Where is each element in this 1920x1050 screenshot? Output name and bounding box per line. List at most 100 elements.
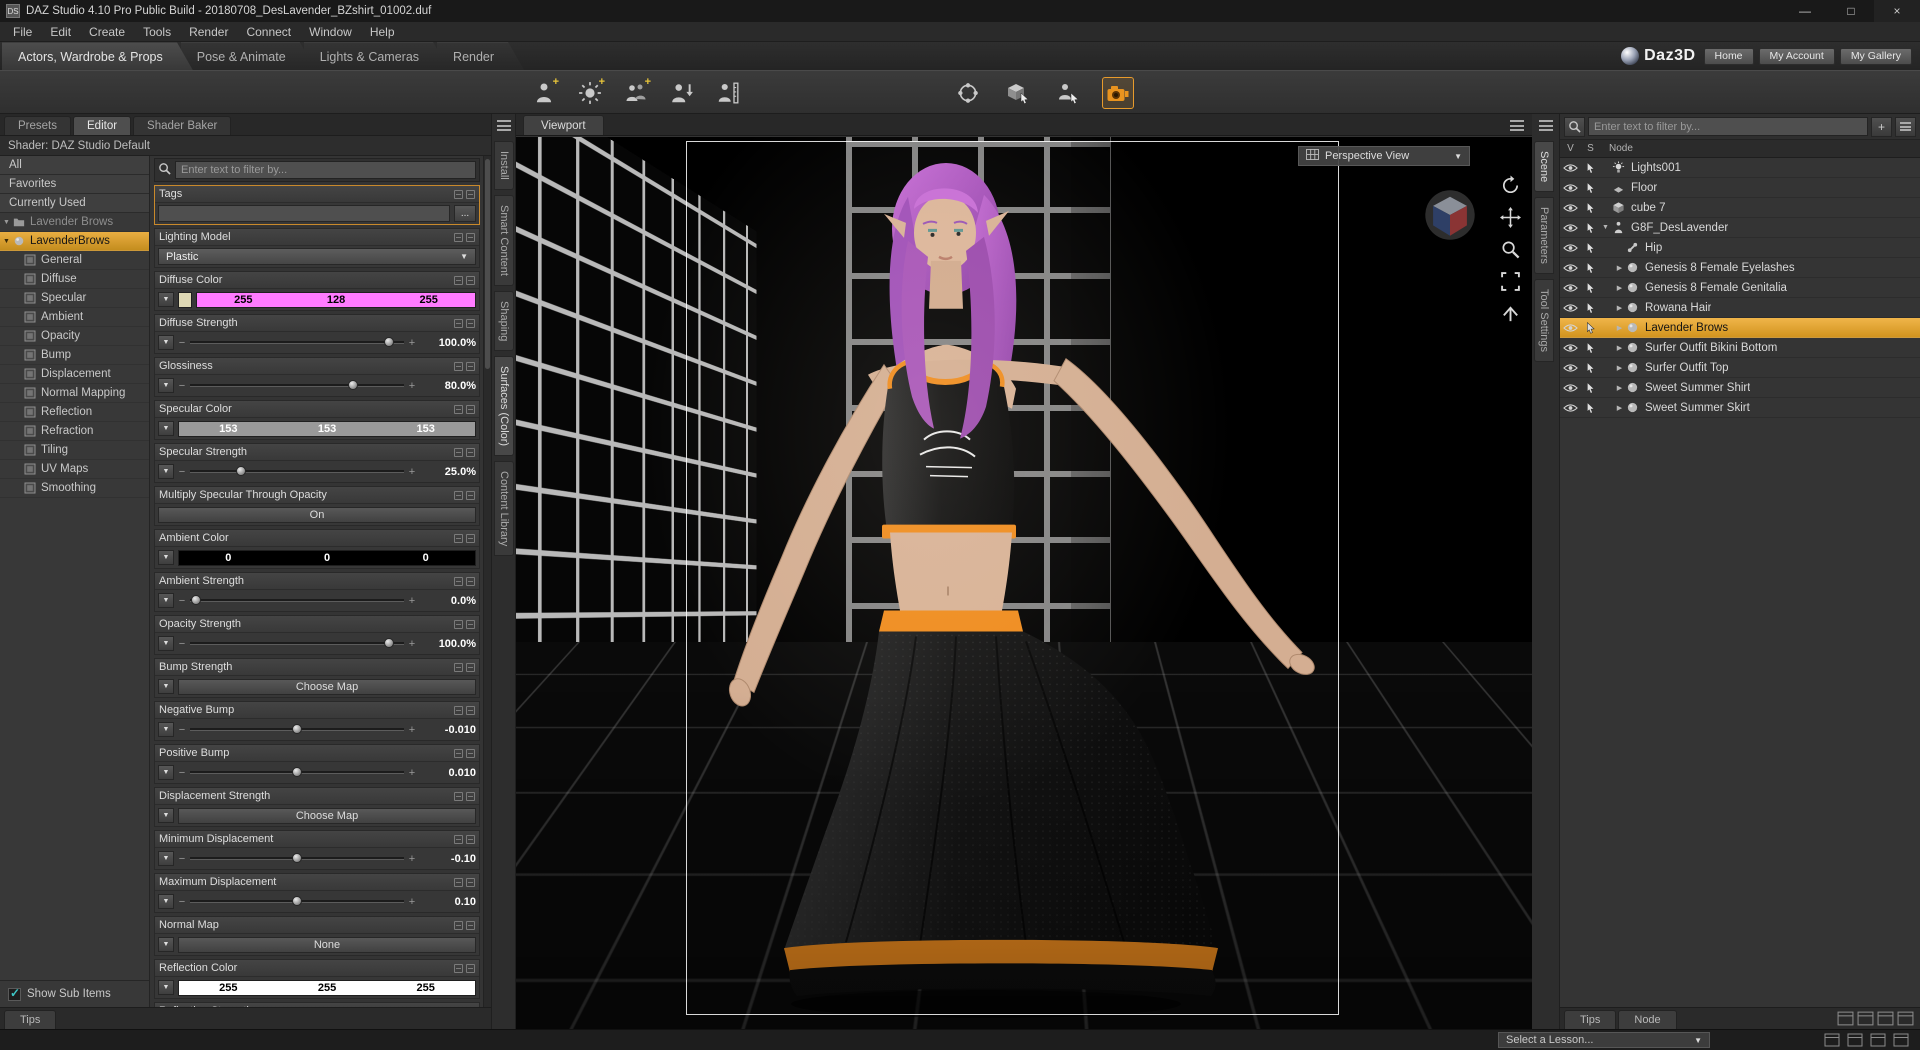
increment-button[interactable]: + (408, 595, 416, 607)
dock-tab-tool-settings[interactable]: Tool Settings (1534, 279, 1554, 363)
param-settings-icon[interactable] (454, 404, 463, 414)
param-options-icon[interactable] (466, 447, 475, 457)
dropdown-lighting-model[interactable]: Plastic ▼ (158, 248, 476, 265)
eye-icon[interactable] (1560, 223, 1581, 233)
reset-icon[interactable] (1500, 303, 1521, 324)
expand-arrow-icon[interactable]: ▶ (1613, 324, 1626, 332)
scene-node-surfer-outfit-bikini-bottom[interactable]: ▶ Surfer Outfit Bikini Bottom (1560, 338, 1920, 358)
filter-favorites[interactable]: Favorites (0, 175, 149, 194)
color-swatch-bar[interactable]: 153 153 153 (178, 420, 476, 437)
menu-render[interactable]: Render (180, 23, 237, 41)
scene-node-genesis-8-female-eyelashes[interactable]: ▶ Genesis 8 Female Eyelashes (1560, 258, 1920, 278)
add-actor-icon[interactable]: + (528, 77, 560, 109)
pane-page-icon[interactable] (1897, 1011, 1914, 1026)
color-options-button[interactable]: ▼ (158, 292, 174, 307)
param-options-icon[interactable] (466, 361, 475, 371)
expand-arrow-icon[interactable]: ▶ (1613, 384, 1626, 392)
color-options-button[interactable]: ▼ (158, 550, 174, 565)
orbit-icon[interactable] (1500, 175, 1521, 196)
increment-button[interactable]: + (408, 337, 416, 349)
tree-item-diffuse[interactable]: Diffuse (0, 270, 149, 289)
tree-item-bump[interactable]: Bump (0, 346, 149, 365)
slider-options-button[interactable]: ▼ (158, 464, 174, 479)
tags-more-button[interactable]: ... (454, 205, 476, 222)
pointer-icon[interactable] (1581, 401, 1599, 414)
eye-icon[interactable] (1560, 403, 1581, 413)
add-node-button[interactable]: + (1871, 116, 1892, 137)
slider-track[interactable] (190, 724, 404, 734)
filter-all[interactable]: All (0, 156, 149, 175)
pane-page-icon[interactable] (1857, 1011, 1874, 1026)
panel-menu-icon[interactable] (496, 120, 511, 131)
zoom-icon[interactable] (1500, 239, 1521, 260)
dock-tab-scene[interactable]: Scene (1534, 141, 1554, 193)
param-settings-icon[interactable] (454, 963, 463, 973)
menu-tools[interactable]: Tools (134, 23, 180, 41)
param-settings-icon[interactable] (454, 189, 463, 199)
param-options-icon[interactable] (466, 619, 475, 629)
pointer-icon[interactable] (1581, 261, 1599, 274)
eye-icon[interactable] (1560, 383, 1581, 393)
minimize-button[interactable]: — (1782, 0, 1828, 22)
slider-track[interactable] (190, 896, 404, 906)
pointer-icon[interactable] (1581, 221, 1599, 234)
pane-page-icon[interactable] (1877, 1011, 1894, 1026)
decrement-button[interactable]: − (178, 724, 186, 736)
viewport-menu-icon[interactable] (1510, 120, 1524, 131)
close-button[interactable]: × (1874, 0, 1920, 22)
decrement-button[interactable]: − (178, 853, 186, 865)
param-options-icon[interactable] (466, 318, 475, 328)
increment-button[interactable]: + (408, 638, 416, 650)
param-options-icon[interactable] (466, 963, 475, 973)
param-settings-icon[interactable] (454, 490, 463, 500)
filter-currently-used[interactable]: Currently Used (0, 194, 149, 213)
menu-file[interactable]: File (4, 23, 41, 41)
param-settings-icon[interactable] (454, 533, 463, 543)
expand-arrow-icon[interactable]: ▶ (1613, 284, 1626, 292)
param-settings-icon[interactable] (454, 318, 463, 328)
pointer-icon[interactable] (1581, 321, 1599, 334)
eye-icon[interactable] (1560, 363, 1581, 373)
param-settings-icon[interactable] (454, 920, 463, 930)
view-cube-gizmo[interactable] (1424, 189, 1476, 241)
pointer-icon[interactable] (1581, 381, 1599, 394)
my-gallery-button[interactable]: My Gallery (1839, 47, 1912, 65)
param-settings-icon[interactable] (454, 748, 463, 758)
tree-item-displacement[interactable]: Displacement (0, 365, 149, 384)
eye-icon[interactable] (1560, 283, 1581, 293)
dock-tab-parameters[interactable]: Parameters (1534, 197, 1554, 275)
expand-arrow-icon[interactable]: ▶ (1613, 264, 1626, 272)
scene-node-cube-7[interactable]: cube 7 (1560, 198, 1920, 218)
slider-handle[interactable] (384, 337, 395, 347)
pan-icon[interactable] (1499, 207, 1521, 228)
slider-track[interactable] (190, 337, 404, 347)
slider-track[interactable] (190, 767, 404, 777)
activity-tab-actors-wardrobe-props[interactable]: Actors, Wardrobe & Props (2, 42, 193, 70)
eye-icon[interactable] (1560, 163, 1581, 173)
toggle-button[interactable]: On (158, 506, 476, 523)
tree-item-specular[interactable]: Specular (0, 289, 149, 308)
home-button[interactable]: Home (1703, 47, 1754, 65)
menu-connect[interactable]: Connect (237, 23, 300, 41)
tab-viewport[interactable]: Viewport (523, 115, 604, 135)
tab-tips-left[interactable]: Tips (4, 1010, 57, 1029)
param-settings-icon[interactable] (454, 447, 463, 457)
slider-options-button[interactable]: ▼ (158, 894, 174, 909)
expand-arrow-icon[interactable]: ▶ (1613, 344, 1626, 352)
tree-item-uv-maps[interactable]: UV Maps (0, 460, 149, 479)
param-settings-icon[interactable] (454, 275, 463, 285)
slider-track[interactable] (190, 853, 404, 863)
param-settings-icon[interactable] (454, 834, 463, 844)
figure-selection-tool-icon[interactable] (1052, 77, 1084, 109)
tree-item-refraction[interactable]: Refraction (0, 422, 149, 441)
lesson-pager-icon[interactable] (1892, 1033, 1910, 1047)
slider-options-button[interactable]: ▼ (158, 765, 174, 780)
add-light-icon[interactable]: + (574, 77, 606, 109)
slider-options-button[interactable]: ▼ (158, 722, 174, 737)
param-options-icon[interactable] (466, 189, 475, 199)
choose-map-button[interactable]: None (178, 936, 476, 953)
surfaces-tab-presets[interactable]: Presets (4, 116, 71, 135)
choose-map-button[interactable]: Choose Map (178, 807, 476, 824)
search-icon-button[interactable] (1564, 116, 1585, 137)
eye-icon[interactable] (1560, 303, 1581, 313)
